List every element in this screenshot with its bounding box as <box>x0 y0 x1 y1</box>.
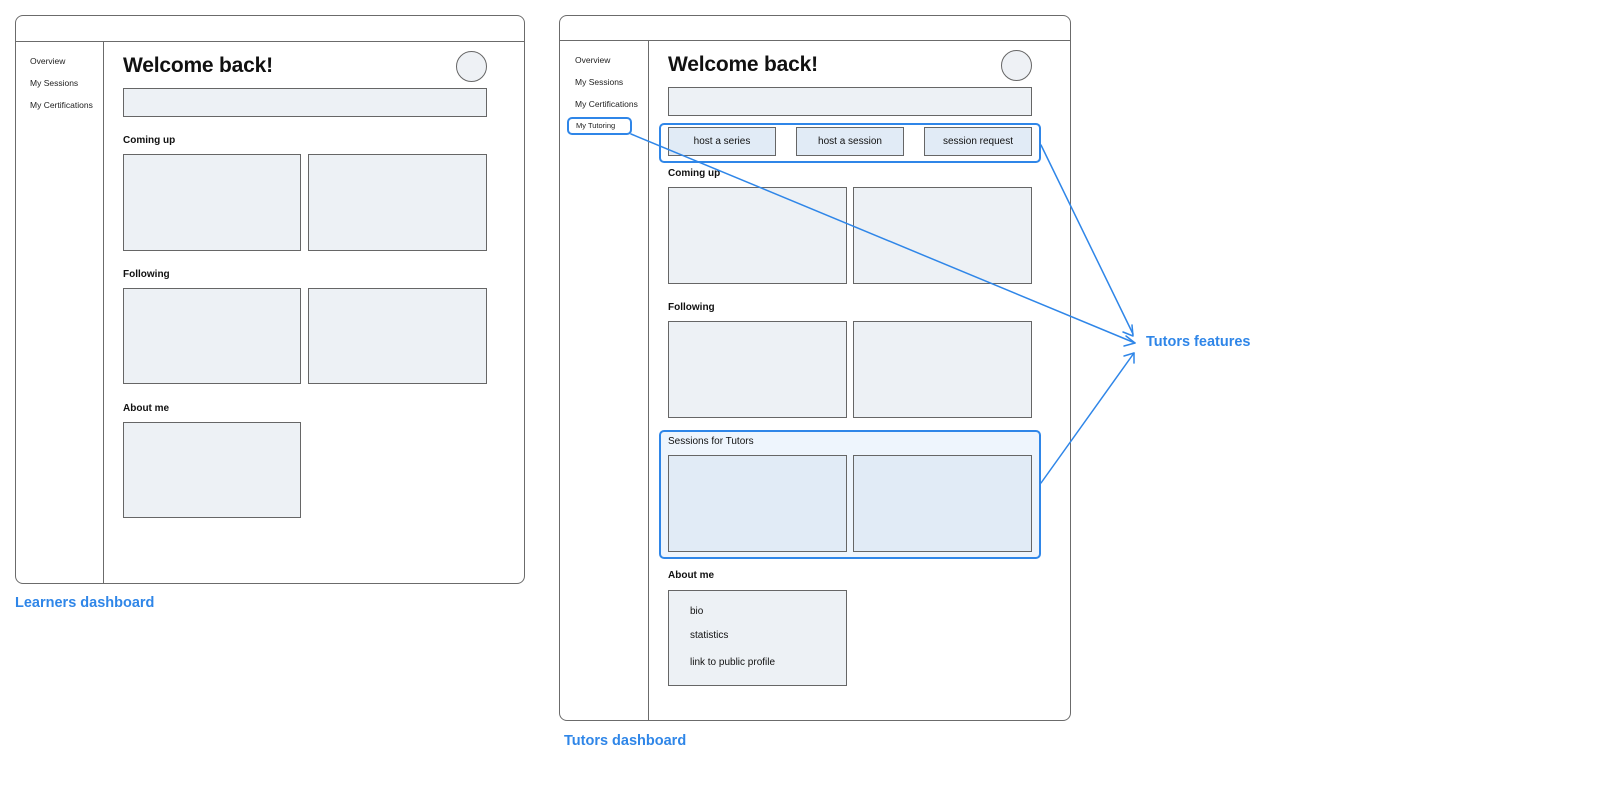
tutors-features-label: Tutors features <box>1146 334 1251 350</box>
arrow-from-my-tutoring <box>630 133 1136 344</box>
arrow-from-sessions-for-tutors <box>1040 352 1135 484</box>
annotation-arrows <box>630 133 1136 484</box>
arrow-from-actions <box>1040 144 1134 335</box>
